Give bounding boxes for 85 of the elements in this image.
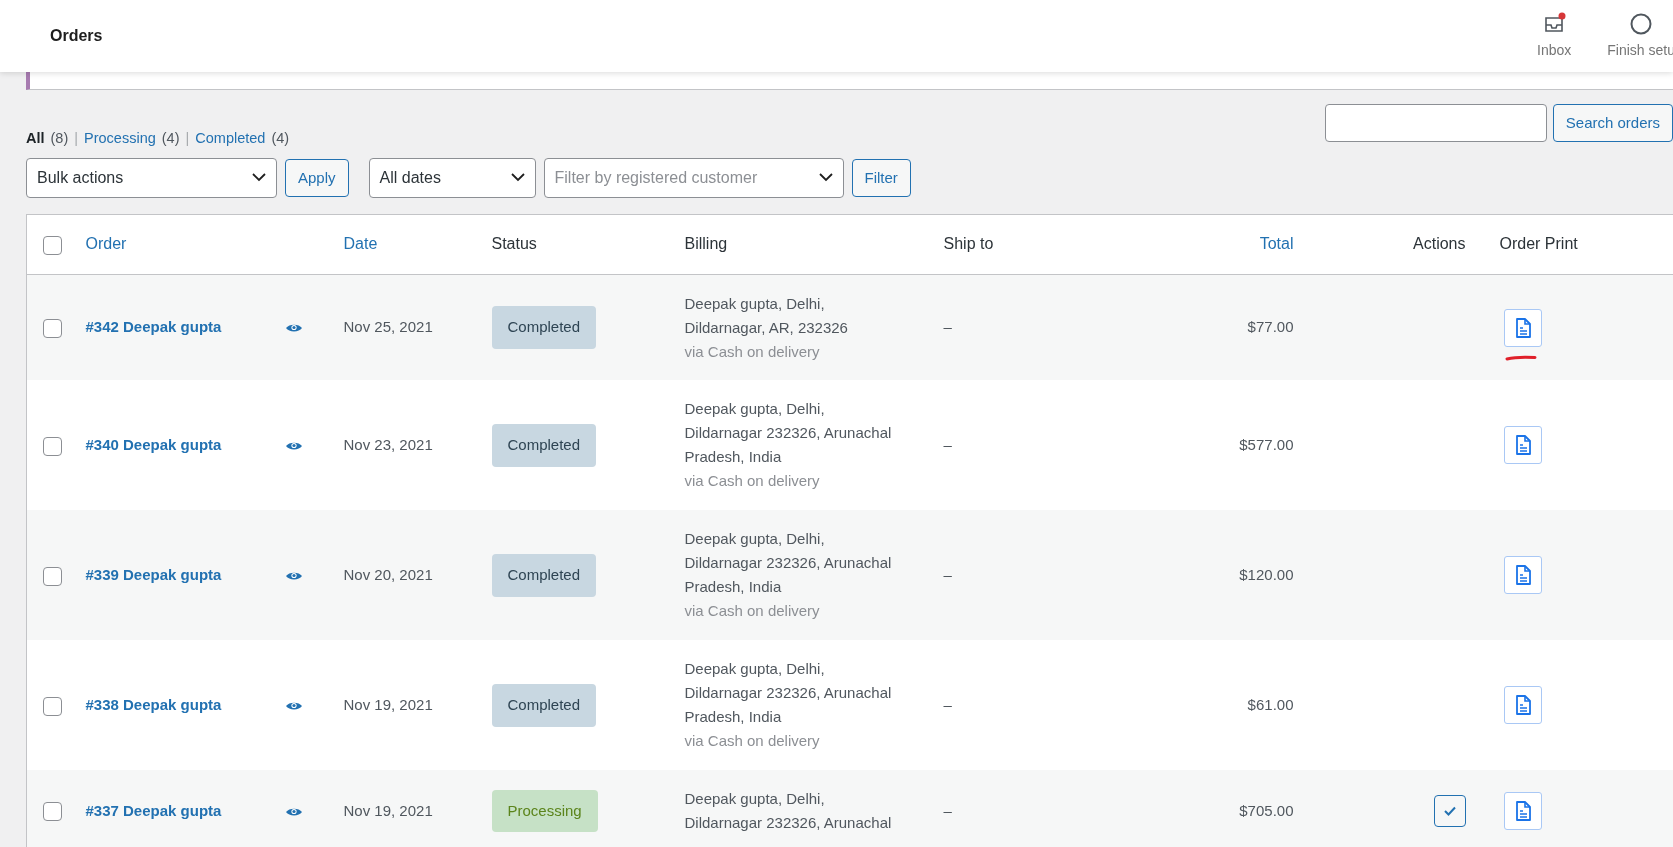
order-link[interactable]: #338 Deepak gupta: [85, 696, 222, 713]
column-header[interactable]: Order: [85, 235, 127, 253]
select-value: All dates: [379, 167, 441, 188]
payment-method: via Cash on delivery: [684, 471, 821, 492]
status-badge: Completed: [491, 424, 597, 467]
order-total: $577.00: [1239, 436, 1294, 453]
view-filter-link[interactable]: Processing: [84, 128, 156, 150]
ship-to-value: –: [943, 801, 952, 819]
document-icon: [1514, 435, 1531, 456]
status-badge: Completed: [491, 684, 597, 727]
ship-to-value: –: [943, 696, 952, 713]
page-title: Orders: [50, 26, 103, 46]
order-total: $705.00: [1239, 801, 1294, 819]
bulk-actions-select[interactable]: Bulk actions: [26, 157, 277, 198]
filter-button[interactable]: Filter: [851, 158, 911, 197]
order-link[interactable]: #337 Deepak gupta: [85, 801, 222, 819]
caret-icon: [252, 173, 266, 183]
payment-method: via Cash on delivery: [684, 731, 821, 752]
view-count: (4): [161, 129, 180, 148]
billing-address: Deepak gupta, Delhi, Dildarnagar 232326, Arunachal Pradesh, India: [684, 399, 893, 468]
select-placeholder: Filter by registered customer: [554, 167, 758, 188]
inbox-button[interactable]: Inbox: [1537, 0, 1572, 72]
order-date: Nov 19, 2021: [343, 696, 433, 713]
order-link[interactable]: #339 Deepak gupta: [85, 566, 222, 583]
billing-address: Deepak gupta, Delhi, Dildarnagar 232326, Arunachal Pradesh, India: [684, 659, 893, 728]
column-header: Order Print: [1499, 235, 1578, 253]
view-filter-link[interactable]: All: [26, 128, 45, 150]
row-checkbox[interactable]: [43, 318, 62, 338]
search-orders-button[interactable]: Search orders: [1552, 104, 1673, 142]
column-header: Billing: [684, 235, 728, 253]
status-badge: Completed: [491, 306, 597, 349]
order-total: $120.00: [1239, 566, 1294, 583]
column-header[interactable]: Total: [1259, 235, 1294, 253]
column-header: Ship to: [943, 235, 994, 253]
order-total: $61.00: [1247, 696, 1294, 713]
print-button[interactable]: [1503, 308, 1542, 347]
select-all-checkbox[interactable]: [43, 235, 62, 255]
separator: |: [74, 129, 79, 148]
ship-to-value: –: [943, 566, 952, 583]
print-button[interactable]: [1503, 426, 1542, 465]
eye-icon[interactable]: [284, 322, 303, 333]
billing-address: Deepak gupta, Delhi, Dildarnagar 232326, Arunachal Pradesh, India: [684, 529, 893, 598]
document-icon: [1514, 695, 1531, 716]
document-icon: [1514, 317, 1531, 338]
payment-method: via Cash on delivery: [684, 341, 821, 362]
date-filter-select[interactable]: All dates: [368, 157, 536, 198]
select-value: Bulk actions: [37, 167, 124, 188]
apply-button[interactable]: Apply: [285, 158, 349, 197]
row-checkbox[interactable]: [43, 436, 62, 456]
order-date: Nov 19, 2021: [343, 801, 433, 819]
status-badge: Completed: [491, 554, 597, 597]
document-icon: [1514, 565, 1531, 586]
order-date: Nov 23, 2021: [343, 436, 433, 453]
column-header[interactable]: Date: [343, 235, 378, 253]
order-link[interactable]: #342 Deepak gupta: [85, 318, 222, 336]
document-icon: [1514, 801, 1531, 821]
view-count: (8): [50, 129, 69, 148]
order-link[interactable]: #340 Deepak gupta: [85, 436, 222, 453]
print-button[interactable]: [1503, 556, 1542, 595]
payment-method: via Cash on delivery: [684, 601, 821, 622]
order-date: Nov 20, 2021: [343, 566, 433, 583]
check-icon: [1443, 806, 1456, 816]
print-button[interactable]: [1503, 686, 1542, 725]
caret-icon: [510, 173, 525, 183]
ship-to-value: –: [943, 318, 952, 336]
billing-address: Deepak gupta, Delhi, Dildarnagar 232326, Arunachal: [684, 789, 893, 833]
customer-filter-select[interactable]: Filter by registered customer: [543, 157, 844, 198]
row-checkbox[interactable]: [43, 696, 62, 716]
circle-icon: [1629, 11, 1654, 36]
order-total: $77.00: [1247, 318, 1294, 336]
row-checkbox[interactable]: [43, 802, 62, 822]
billing-address: Deepak gupta, Delhi, Dildarnagar, AR, 232326: [684, 293, 849, 338]
print-button[interactable]: [1503, 792, 1542, 830]
complete-button[interactable]: [1433, 795, 1466, 827]
status-badge: Processing: [491, 789, 598, 833]
order-date: Nov 25, 2021: [343, 318, 433, 336]
search-field[interactable]: [1324, 104, 1547, 142]
column-header: Status: [491, 235, 537, 253]
ship-to-value: –: [943, 436, 952, 453]
caret-icon: [818, 173, 833, 183]
separator: |: [185, 129, 190, 148]
view-count: (4): [271, 129, 290, 148]
row-checkbox[interactable]: [43, 566, 62, 586]
view-filter-link[interactable]: Completed: [195, 128, 266, 150]
column-header: Actions: [1413, 235, 1466, 253]
